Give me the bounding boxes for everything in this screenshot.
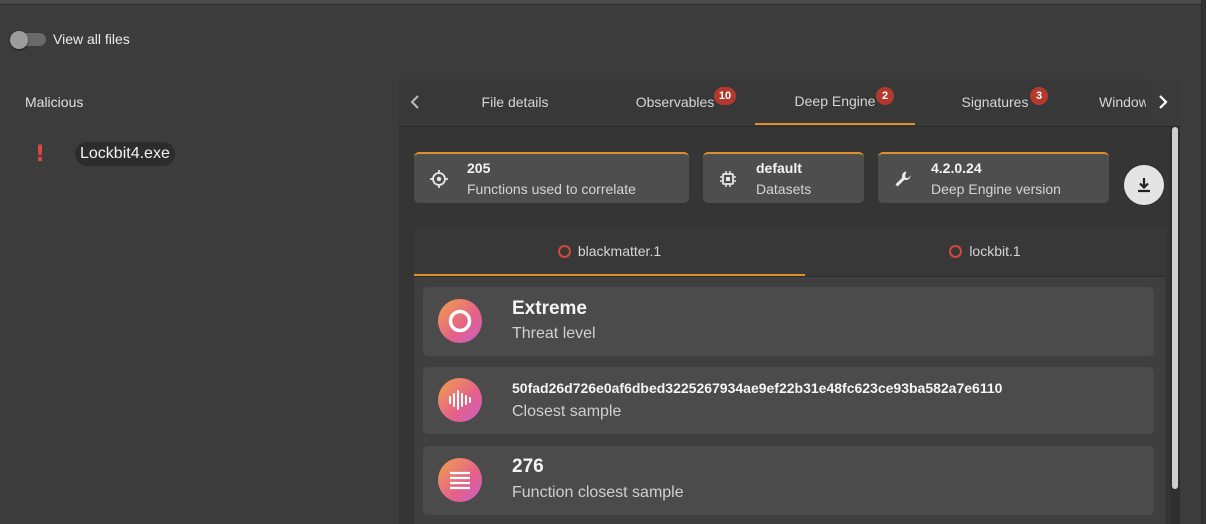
observables-count-badge: 10 — [714, 87, 736, 105]
engine-version-label: Deep Engine version — [931, 181, 1061, 197]
engine-version-card: 4.2.0.24 Deep Engine version — [878, 152, 1109, 203]
function-closest-card: 276 Function closest sample — [423, 446, 1154, 515]
tab-signatures[interactable]: Signatures — [915, 79, 1075, 125]
view-all-files-toggle[interactable] — [10, 31, 46, 49]
datasets-label: Datasets — [756, 181, 812, 197]
sample-results: blackmatter.1 lockbit.1 Extreme Threat l… — [414, 228, 1165, 524]
functions-count: 205 — [467, 160, 491, 176]
signatures-count-badge: 3 — [1030, 87, 1048, 105]
functions-correlate-card: 205 Functions used to correlate — [414, 152, 689, 203]
sample-tab-bar: blackmatter.1 lockbit.1 — [414, 228, 1165, 277]
tab-scroll-left-button[interactable] — [399, 79, 431, 125]
function-closest-label: Function closest sample — [512, 484, 684, 501]
function-closest-value: 276 — [512, 456, 544, 477]
malicious-section-title: Malicious — [25, 94, 84, 110]
sample-tab-label: lockbit.1 — [969, 243, 1021, 259]
closest-sample-hash: 50fad26d726e0af6dbed3225267934ae9ef22b31… — [512, 380, 1003, 396]
file-name[interactable]: Lockbit4.exe — [75, 142, 175, 166]
wrench-icon — [892, 168, 914, 190]
threat-level-value: Extreme — [512, 298, 587, 319]
view-all-files-label: View all files — [53, 31, 130, 47]
ring-icon — [949, 244, 963, 258]
exclamation-icon: ! — [34, 141, 46, 167]
chip-icon — [717, 168, 739, 190]
chevron-right-icon — [1159, 95, 1168, 109]
threat-level-card: Extreme Threat level — [423, 287, 1154, 356]
engine-version-value: 4.2.0.24 — [931, 160, 982, 176]
download-icon — [1138, 178, 1150, 193]
tab-file-details[interactable]: File details — [435, 79, 595, 125]
scrollbar-thumb[interactable] — [1172, 127, 1178, 489]
chevron-left-icon — [410, 95, 419, 109]
file-list-item[interactable]: ! Lockbit4.exe — [30, 141, 175, 167]
tab-scroll-right-button[interactable] — [1146, 79, 1180, 125]
tab-bar: File details Observables 10 Deep Engine … — [399, 79, 1180, 127]
tab-label: Window — [1099, 94, 1146, 110]
waveform-icon — [438, 378, 482, 422]
threat-ring-icon — [438, 299, 482, 343]
crosshair-icon — [428, 168, 450, 190]
sample-tab-label: blackmatter.1 — [577, 243, 662, 259]
ring-icon — [557, 244, 571, 258]
sample-tab-lockbit[interactable]: lockbit.1 — [805, 228, 1165, 274]
tab-window[interactable]: Window — [1099, 79, 1146, 125]
toggle-knob — [10, 31, 28, 49]
datasets-value: default — [756, 160, 802, 176]
lines-icon — [438, 458, 482, 502]
closest-sample-label: Closest sample — [512, 403, 622, 420]
download-button[interactable] — [1124, 165, 1164, 205]
datasets-card: default Datasets — [703, 152, 864, 203]
tab-label: Observables — [635, 94, 715, 110]
window-edge — [1201, 0, 1206, 524]
tab-label: Signatures — [961, 94, 1029, 110]
detail-panel: File details Observables 10 Deep Engine … — [399, 79, 1180, 524]
tab-label: Deep Engine — [794, 93, 876, 109]
deep-engine-count-badge: 2 — [876, 87, 894, 105]
sample-tab-blackmatter[interactable]: blackmatter.1 — [414, 228, 805, 276]
threat-level-label: Threat level — [512, 325, 596, 342]
tab-label: File details — [481, 94, 549, 110]
functions-label: Functions used to correlate — [467, 181, 636, 197]
top-bar — [0, 0, 1206, 5]
closest-sample-card: 50fad26d726e0af6dbed3225267934ae9ef22b31… — [423, 367, 1154, 434]
